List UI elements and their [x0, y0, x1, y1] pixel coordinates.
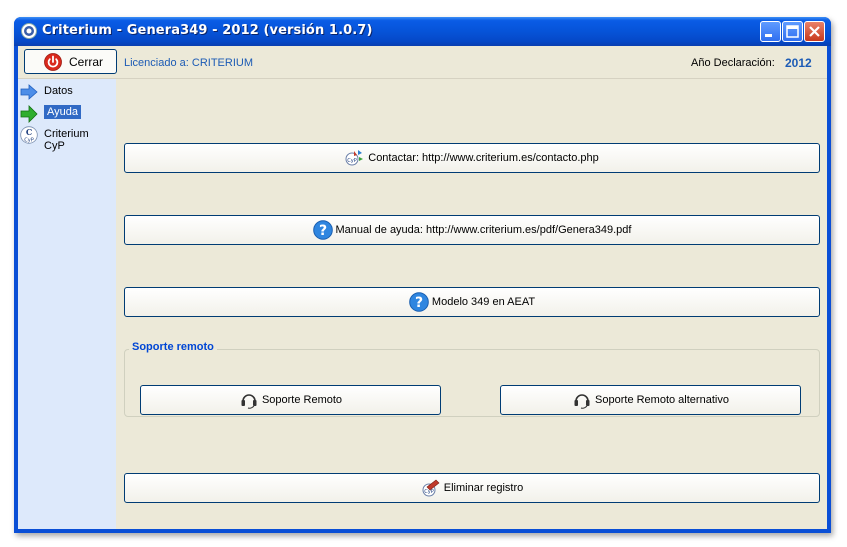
svg-text:?: ?	[318, 223, 326, 239]
sidebar-item-label: Criterium CyP	[44, 128, 89, 152]
delete-registration-label: Eliminar registro	[443, 482, 524, 494]
toolbar: Cerrar Licenciado a: CRITERIUM Año Decla…	[18, 46, 827, 79]
minimize-icon	[765, 34, 772, 37]
close-window-button[interactable]	[804, 21, 825, 42]
sidebar: Datos Ayuda C CyP Criterium CyP	[18, 79, 116, 529]
app-window: Criterium - Genera349 - 2012 (versión 1.…	[14, 17, 831, 533]
manual-label: Manual de ayuda: http://www.criterium.es…	[335, 224, 632, 236]
svg-text:C: C	[26, 127, 32, 137]
minimize-button[interactable]	[760, 21, 781, 42]
close-icon	[809, 26, 820, 37]
main-panel: CyP Contactar: http://www.criterium.es/c…	[116, 79, 827, 529]
delete-registration-button[interactable]: CyP Eliminar registro	[124, 473, 820, 503]
licensee-text: Licenciado a: CRITERIUM	[124, 57, 253, 69]
remote-support-alt-button[interactable]: Soporte Remoto alternativo	[500, 385, 801, 415]
headset-icon	[241, 394, 257, 409]
svg-text:CyP: CyP	[24, 138, 33, 144]
remote-support-label: Soporte Remoto	[261, 394, 343, 406]
year-value: 2012	[785, 56, 812, 70]
manual-button[interactable]: ? Manual de ayuda: http://www.criterium.…	[124, 215, 820, 245]
remote-support-alt-label: Soporte Remoto alternativo	[595, 394, 729, 406]
title-bar[interactable]: Criterium - Genera349 - 2012 (versión 1.…	[14, 17, 831, 46]
client-area: Cerrar Licenciado a: CRITERIUM Año Decla…	[18, 46, 827, 529]
green-arrow-icon	[20, 105, 38, 123]
aeat-label: Modelo 349 en AEAT	[431, 296, 536, 308]
contact-label: Contactar: http://www.criterium.es/conta…	[368, 152, 599, 164]
remote-support-button[interactable]: Soporte Remoto	[140, 385, 441, 415]
maximize-icon	[786, 25, 799, 38]
sidebar-item-label: Datos	[44, 85, 73, 97]
criterium-cyp-icon: C CyP	[20, 126, 38, 144]
remote-support-title: Soporte remoto	[129, 341, 217, 353]
svg-text:CyP: CyP	[348, 158, 357, 164]
headset-icon	[574, 394, 590, 409]
blue-arrow-icon	[20, 84, 38, 100]
cerrar-button[interactable]: Cerrar	[24, 49, 117, 74]
contact-button[interactable]: CyP Contactar: http://www.criterium.es/c…	[124, 143, 820, 173]
sidebar-item-label: Ayuda	[44, 105, 81, 119]
svg-text:CyP: CyP	[424, 489, 433, 495]
help-icon: ?	[409, 292, 429, 312]
aeat-button[interactable]: ? Modelo 349 en AEAT	[124, 287, 820, 317]
maximize-button[interactable]	[782, 21, 803, 42]
svg-text:?: ?	[415, 295, 423, 311]
power-icon	[44, 53, 62, 71]
window-title: Criterium - Genera349 - 2012 (versión 1.…	[42, 23, 373, 38]
app-icon	[21, 23, 37, 39]
cerrar-label: Cerrar	[69, 55, 104, 69]
eraser-cyp-icon: CyP	[422, 479, 440, 497]
year-label: Año Declaración:	[691, 57, 775, 69]
help-icon: ?	[312, 220, 333, 240]
contact-cyp-icon: CyP	[345, 150, 364, 166]
